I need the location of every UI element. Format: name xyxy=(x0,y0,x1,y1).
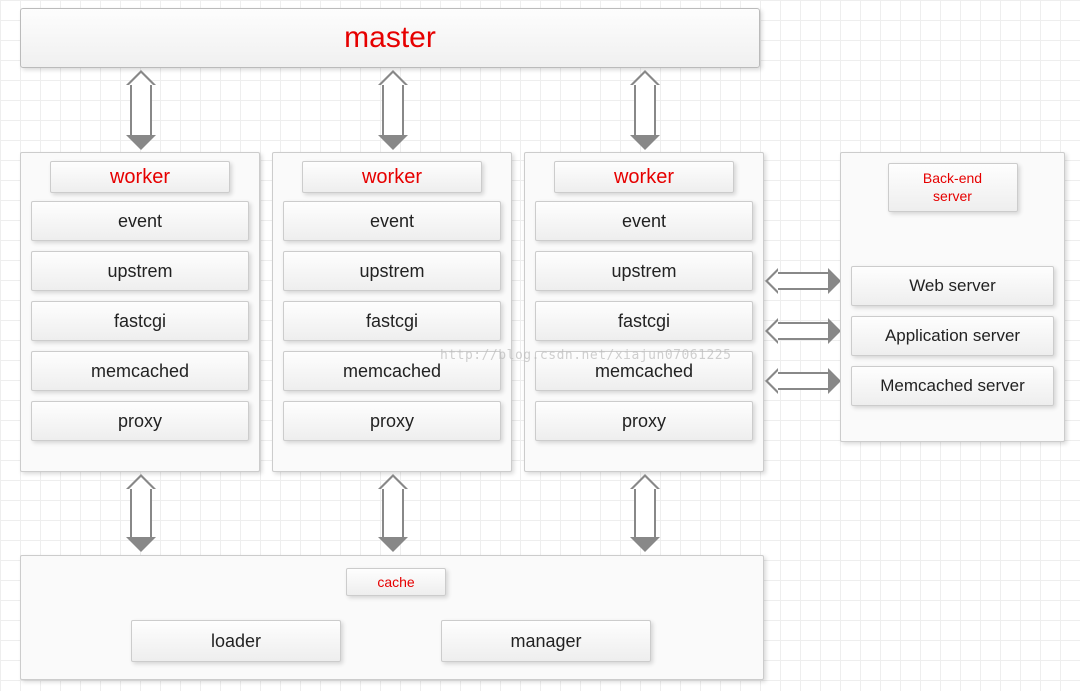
module-fastcgi-2: fastcgi xyxy=(283,301,501,341)
backend-memcached-server: Memcached server xyxy=(851,366,1054,406)
backend-application-server: Application server xyxy=(851,316,1054,356)
arrow-fastcgi-appserver xyxy=(778,322,828,340)
master-box: master xyxy=(20,8,760,68)
worker-box-3: worker event upstrem fastcgi memcached p… xyxy=(524,152,764,472)
backend-box: Back-end server Web server Application s… xyxy=(840,152,1065,442)
module-proxy-1: proxy xyxy=(31,401,249,441)
worker-title-3: worker xyxy=(554,161,734,193)
backend-web-server: Web server xyxy=(851,266,1054,306)
worker-title-2: worker xyxy=(302,161,482,193)
backend-title: Back-end server xyxy=(888,163,1018,212)
module-upstream-1: upstrem xyxy=(31,251,249,291)
arrow-master-worker-1 xyxy=(130,84,152,136)
module-fastcgi-1: fastcgi xyxy=(31,301,249,341)
cache-manager: manager xyxy=(441,620,651,662)
worker-title-1: worker xyxy=(50,161,230,193)
module-fastcgi-3: fastcgi xyxy=(535,301,753,341)
master-label: master xyxy=(344,21,436,55)
module-proxy-3: proxy xyxy=(535,401,753,441)
module-event-1: event xyxy=(31,201,249,241)
arrow-master-worker-2 xyxy=(382,84,404,136)
arrow-master-worker-3 xyxy=(634,84,656,136)
module-event-2: event xyxy=(283,201,501,241)
arrow-worker2-cache xyxy=(382,488,404,538)
arrow-worker3-cache xyxy=(634,488,656,538)
module-memcached-1: memcached xyxy=(31,351,249,391)
module-proxy-2: proxy xyxy=(283,401,501,441)
worker-box-1: worker event upstrem fastcgi memcached p… xyxy=(20,152,260,472)
arrow-memcached-memserver xyxy=(778,372,828,390)
module-upstream-3: upstrem xyxy=(535,251,753,291)
arrow-worker1-cache xyxy=(130,488,152,538)
cache-title: cache xyxy=(346,568,446,596)
arrow-upstream-webserver xyxy=(778,272,828,290)
cache-box: cache loader manager xyxy=(20,555,764,680)
cache-loader: loader xyxy=(131,620,341,662)
module-upstream-2: upstrem xyxy=(283,251,501,291)
worker-box-2: worker event upstrem fastcgi memcached p… xyxy=(272,152,512,472)
module-event-3: event xyxy=(535,201,753,241)
watermark-text: http://blog.csdn.net/xiajun07061225 xyxy=(440,348,731,363)
